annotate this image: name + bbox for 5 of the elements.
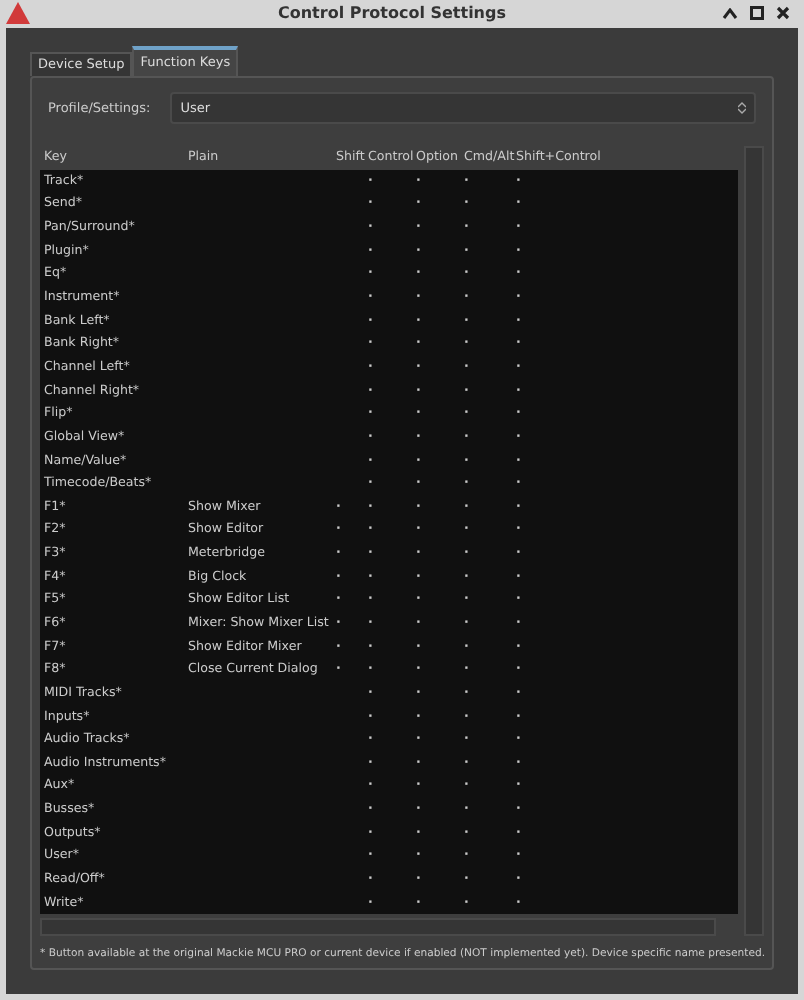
close-icon[interactable] [776, 6, 790, 21]
window-title: Control Protocol Settings [275, 4, 508, 23]
updown-arrow-icon [738, 101, 746, 113]
minimize-icon[interactable] [722, 7, 738, 20]
maximize-icon[interactable] [750, 6, 764, 21]
